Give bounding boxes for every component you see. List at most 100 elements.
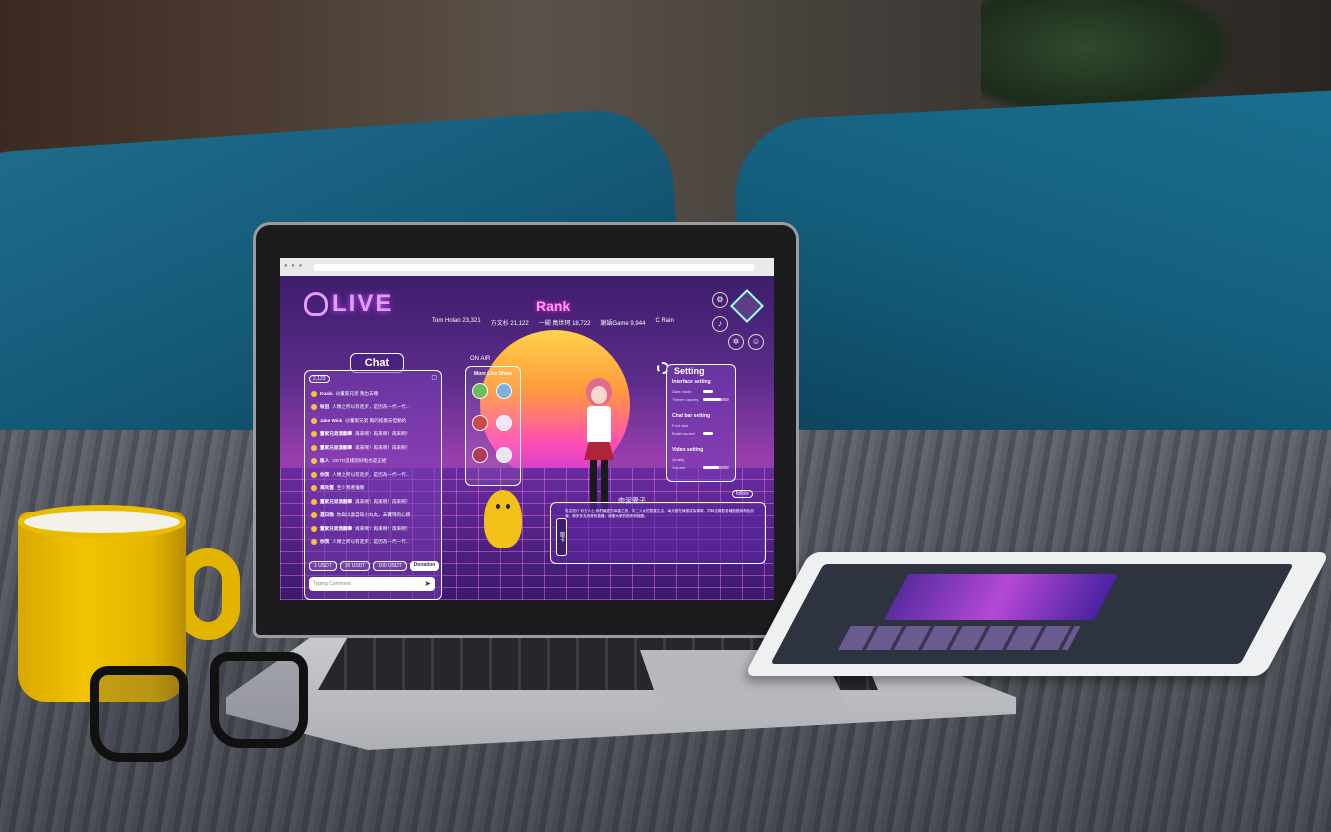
chat-message: Jake Wick @董家兄弟 風的搖擺去但動的 [311, 414, 437, 428]
avatar-icon [311, 458, 317, 465]
close-icon[interactable]: ▢ [431, 374, 437, 381]
app-logo[interactable]: LIVE [332, 290, 393, 318]
chat-user: 董家兄弟澳翻牽 [320, 498, 353, 504]
chat-user: Jake Wick [320, 418, 343, 424]
mic-icon[interactable]: ♪ [712, 316, 728, 332]
avatar-icon [311, 498, 317, 505]
chat-user: 路人 [320, 458, 330, 464]
url-bar[interactable] [314, 264, 754, 271]
follow-button[interactable]: follow [732, 490, 753, 498]
chat-user: 董家兄弟澳翻牽 [320, 431, 353, 437]
window-dots-icon[interactable]: ● ● ● [284, 263, 303, 269]
chat-user: 董家兄弟澳翻牽 [320, 525, 353, 531]
dark-mode-label: Dark mode [672, 389, 692, 394]
tablet-hero-banner [883, 574, 1119, 620]
mascot-eye [506, 504, 510, 509]
rank-entry: 方文杉 21,122 [490, 321, 529, 327]
chat-message: 董家兄弟澳翻牽 再來啊！再來啊！再來啊！ [311, 428, 437, 442]
live-show-avatar[interactable] [496, 447, 512, 463]
comment-input[interactable]: Typing Comment ➤ [309, 577, 435, 591]
chat-text: 再來啊！再來啊！再來啊！ [355, 525, 411, 531]
rank-entry: Tom Holan 23,321 [432, 318, 481, 324]
avatar-icon [311, 471, 317, 478]
rank-entry: 一闖 鳥世珂 18,722 [538, 321, 591, 327]
chat-message: 董家兄弟澳翻牽 再來啊！再來啊！再來啊！ [311, 495, 437, 509]
avatar-icon [311, 539, 317, 546]
avatar-skirt [584, 442, 614, 460]
donate-10-usdt-button[interactable]: 10 USDT [339, 561, 371, 571]
rank-entry: C Rain [655, 318, 674, 324]
chat-user: 風吹雲 [320, 485, 334, 491]
eyeglasses [70, 640, 330, 770]
chat-bar-setting-heading: Chat bar setting [672, 413, 711, 419]
hand-wave-icon[interactable] [730, 289, 764, 323]
theme-opacity-slider[interactable] [703, 398, 729, 401]
setting-panel: Interface setting Dark mode Theme opacit… [666, 364, 736, 482]
chat-message: 你我 人類之所以有進步，是因為一代一代... [311, 536, 437, 550]
live-show-avatar[interactable] [496, 383, 512, 399]
settings-icon[interactable]: ✲ [728, 334, 744, 350]
chat-text: 人類之所以有進步，是因為一代一代... [332, 539, 410, 545]
comment-placeholder: Typing Comment [313, 581, 351, 587]
chat-text: 人類之所以有進步，是因為一代一代... [332, 404, 410, 410]
dark-mode-toggle[interactable] [703, 390, 713, 393]
avatar-icon [311, 485, 317, 492]
theme-opacity-label: Theme opacity [672, 397, 699, 402]
live-show-avatar[interactable] [472, 383, 488, 399]
chat-message: 董家兄弟澳翻牽 再來啊！再來啊！再來啊！ [311, 522, 437, 536]
rank-entry: 謝語Game 9,944 [600, 321, 646, 327]
rank-title[interactable]: Rank [536, 298, 570, 314]
streamer-description: 姓名簡介 何方人士 我們最愛的幸福之旅，中二少女的雙重生活，每天都在練習成為偶像… [565, 509, 754, 518]
live-show-avatar[interactable] [496, 415, 512, 431]
live-show-avatar[interactable] [472, 447, 488, 463]
chat-title-label: Chat [364, 357, 390, 369]
streamer-info-panel: 姓名簡介 何方人士 我們最愛的幸福之旅，中二少女的雙重生活，每天都在練習成為偶像… [550, 502, 766, 564]
chat-text: 至少我看懂喔 [336, 485, 365, 491]
chat-text: 再來啊！再來啊！再來啊！ [355, 444, 411, 450]
chat-message: 董家兄弟澳翻牽 再來啊！再來啊！再來啊！ [311, 441, 437, 455]
chat-text: 再來啊！再來啊！再來啊！ [355, 498, 411, 504]
viewer-count-badge: 2,123 [309, 375, 330, 383]
glasses-lens [90, 666, 188, 762]
chat-text: OSTO這樣說好啦也是正經 [332, 458, 387, 464]
interface-setting-heading: Interface setting [672, 379, 711, 385]
chat-messages: Koala @董家兄弟 我出去囉 秋田 人類之所以有進步，是因為一代一代... Ja… [311, 387, 437, 549]
live-logo-icon [304, 292, 328, 316]
glasses-lens [210, 652, 308, 748]
chat-text: 你與以喜自知小丸丸，未實現的心情 [336, 512, 411, 518]
bullet-screen-toggle[interactable] [703, 432, 713, 435]
chat-message: 路人 OSTO這樣說好啦也是正經 [311, 455, 437, 469]
teal-pillow-right [731, 88, 1331, 482]
avatar-icon [311, 390, 317, 397]
send-icon[interactable]: ➤ [424, 579, 431, 588]
chat-user: 你我 [320, 471, 330, 477]
avatar-icon [311, 404, 317, 411]
volume-slider[interactable] [703, 466, 729, 469]
avatar-icon [311, 525, 317, 532]
avatar-icon [311, 512, 317, 519]
donate-1-usdt-button[interactable]: 1 USDT [309, 561, 337, 571]
donate-100-usdt-button[interactable]: 100 USDT [373, 561, 407, 571]
chat-user: 秋田 [320, 404, 330, 410]
bullet-screen-label: Bullet screen [672, 431, 696, 436]
yellow-mascot [484, 490, 522, 548]
rank-list: Tom Holan 23,321 方文杉 21,122 一闖 鳥世珂 18,72… [432, 318, 732, 327]
tablet-screen [770, 564, 1294, 664]
user-icon[interactable]: ☺ [748, 334, 764, 350]
live-show-avatar[interactable] [472, 415, 488, 431]
font-size-label: Font size [672, 423, 689, 428]
chat-message: 週日晚 你與以喜自知小丸丸，未實現的心情 [311, 509, 437, 523]
donation-button[interactable]: Donation [409, 561, 440, 571]
streamer-tag: 關卡 [556, 518, 567, 556]
chat-panel: 2,123 ▢ Koala @董家兄弟 我出去囉 秋田 人類之所以有進步，是因為一代… [304, 370, 442, 600]
chat-text: 再來啊！再來啊！再來啊！ [355, 431, 411, 437]
mug-rim [18, 505, 186, 539]
gear-icon[interactable]: ⚙ [712, 292, 728, 308]
setting-title[interactable]: Setting [674, 366, 705, 376]
chat-text: 人類之所以有進步，是因為一代一代... [332, 471, 410, 477]
chat-message: Koala @董家兄弟 我出去囉 [311, 387, 437, 401]
chat-message: 風吹雲 至少我看懂喔 [311, 482, 437, 496]
chat-text: @董家兄弟 風的搖擺去但動的 [345, 417, 407, 423]
quality-label: Quality [672, 457, 685, 462]
mascot-eye [496, 504, 500, 509]
